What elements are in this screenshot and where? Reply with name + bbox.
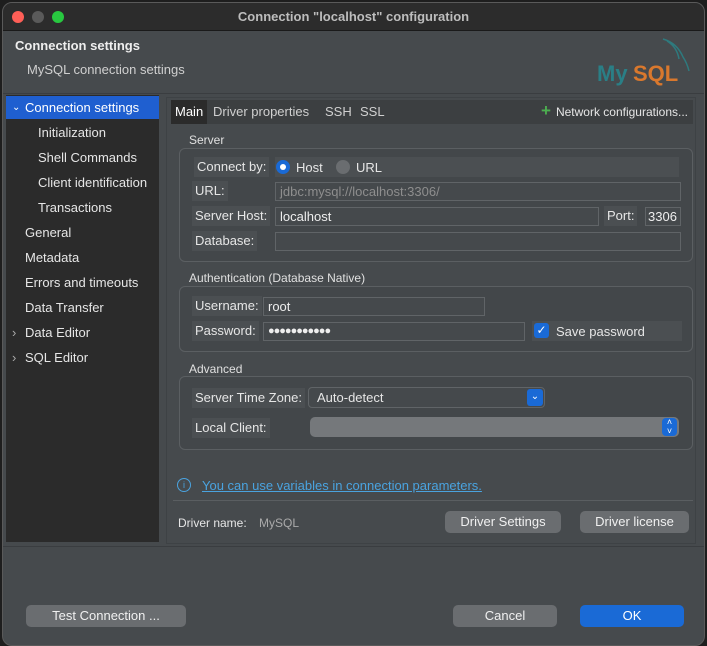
username-field[interactable]: root <box>263 297 485 316</box>
server-group: Connect by: Host URL URL: jdbc:mysql://l… <box>179 148 693 262</box>
url-label: URL: <box>192 181 228 201</box>
svg-text:My: My <box>597 61 628 86</box>
tab-main[interactable]: Main <box>171 100 208 124</box>
host-radio-label[interactable]: Host <box>296 160 323 175</box>
driver-name-label: Driver name: <box>178 516 247 530</box>
local-client-select[interactable]: ˄ ˅ <box>310 417 679 437</box>
auth-section-title: Authentication (Database Native) <box>189 271 366 285</box>
ok-button[interactable]: OK <box>580 605 684 627</box>
sidebar-item-shell-commands[interactable]: Shell Commands <box>6 146 159 169</box>
save-password-label[interactable]: Save password <box>556 324 645 339</box>
timezone-label: Server Time Zone: <box>192 388 305 408</box>
mysql-logo: My SQL <box>595 37 699 87</box>
plus-icon: + <box>541 101 551 120</box>
advanced-group: Server Time Zone: Auto-detect ⌄ Local Cl… <box>179 376 693 450</box>
header-title: Connection settings <box>15 38 140 53</box>
tab-ssh[interactable]: SSH <box>325 100 352 124</box>
title-bar: Connection "localhost" configuration <box>3 3 704 31</box>
sidebar-item-errors-timeouts[interactable]: Errors and timeouts <box>6 271 159 294</box>
driver-name-value: MySQL <box>259 516 300 530</box>
server-host-label: Server Host: <box>192 206 271 226</box>
username-label: Username: <box>192 296 262 316</box>
sidebar-item-data-editor[interactable]: › Data Editor <box>6 321 159 344</box>
url-radio[interactable] <box>336 160 350 174</box>
chevron-down-icon: ⌄ <box>527 389 543 406</box>
local-client-label: Local Client: <box>192 418 270 438</box>
connection-dialog: Connection "localhost" configuration Con… <box>2 2 705 646</box>
variables-help-link[interactable]: You can use variables in connection para… <box>202 478 482 493</box>
driver-settings-button[interactable]: Driver Settings <box>445 511 561 533</box>
url-field[interactable]: jdbc:mysql://localhost:3306/ <box>275 182 681 201</box>
advanced-section-title: Advanced <box>189 362 243 376</box>
network-configurations-button[interactable]: + Network configurations... <box>541 100 688 124</box>
tab-ssl[interactable]: SSL <box>360 100 385 124</box>
database-label: Database: <box>192 231 258 251</box>
chevron-right-icon: › <box>12 350 17 365</box>
sidebar-item-sql-editor[interactable]: › SQL Editor <box>6 346 159 369</box>
server-section-title: Server <box>189 133 225 147</box>
sidebar-item-data-transfer[interactable]: Data Transfer <box>6 296 159 319</box>
cancel-button[interactable]: Cancel <box>453 605 557 627</box>
window-title: Connection "localhost" configuration <box>237 9 470 24</box>
url-radio-label[interactable]: URL <box>356 160 382 175</box>
sidebar-item-client-identification[interactable]: Client identification <box>6 171 159 194</box>
server-host-field[interactable]: localhost <box>275 207 599 226</box>
updown-chevron-icon: ˄ ˅ <box>662 418 677 436</box>
sidebar-item-connection-settings[interactable]: ⌄ Connection settings <box>6 96 159 119</box>
timezone-select[interactable]: Auto-detect ⌄ <box>308 387 545 408</box>
sidebar-item-general[interactable]: General <box>6 221 159 244</box>
connect-by-label: Connect by: <box>194 157 270 177</box>
host-radio[interactable] <box>276 160 290 174</box>
chevron-down-icon: ⌄ <box>12 102 21 113</box>
header-subtitle: MySQL connection settings <box>27 62 185 77</box>
svg-text:SQL: SQL <box>633 61 678 86</box>
chevron-right-icon: › <box>12 325 17 340</box>
port-label: Port: <box>604 206 638 226</box>
main-panel: Main Driver properties SSH SSL + Network … <box>166 97 696 544</box>
password-label: Password: <box>192 321 259 341</box>
database-field[interactable] <box>275 232 681 251</box>
sidebar-item-metadata[interactable]: Metadata <box>6 246 159 269</box>
save-password-checkbox[interactable]: ✓ <box>534 323 549 338</box>
auth-group: Username: root Password: ●●●●●●●●●●● ✓ S… <box>179 286 693 352</box>
tab-bar: Main Driver properties SSH SSL + Network … <box>171 100 693 124</box>
test-connection-button[interactable]: Test Connection ... <box>26 605 186 627</box>
password-field[interactable]: ●●●●●●●●●●● <box>263 322 525 341</box>
sidebar-item-initialization[interactable]: Initialization <box>6 121 159 144</box>
driver-license-button[interactable]: Driver license <box>580 511 689 533</box>
sidebar: ⌄ Connection settings Initialization Shel… <box>6 95 159 542</box>
tab-driver-properties[interactable]: Driver properties <box>213 100 309 124</box>
sidebar-item-transactions[interactable]: Transactions <box>6 196 159 219</box>
info-icon: i <box>177 478 191 492</box>
port-field[interactable]: 3306 <box>645 207 681 226</box>
